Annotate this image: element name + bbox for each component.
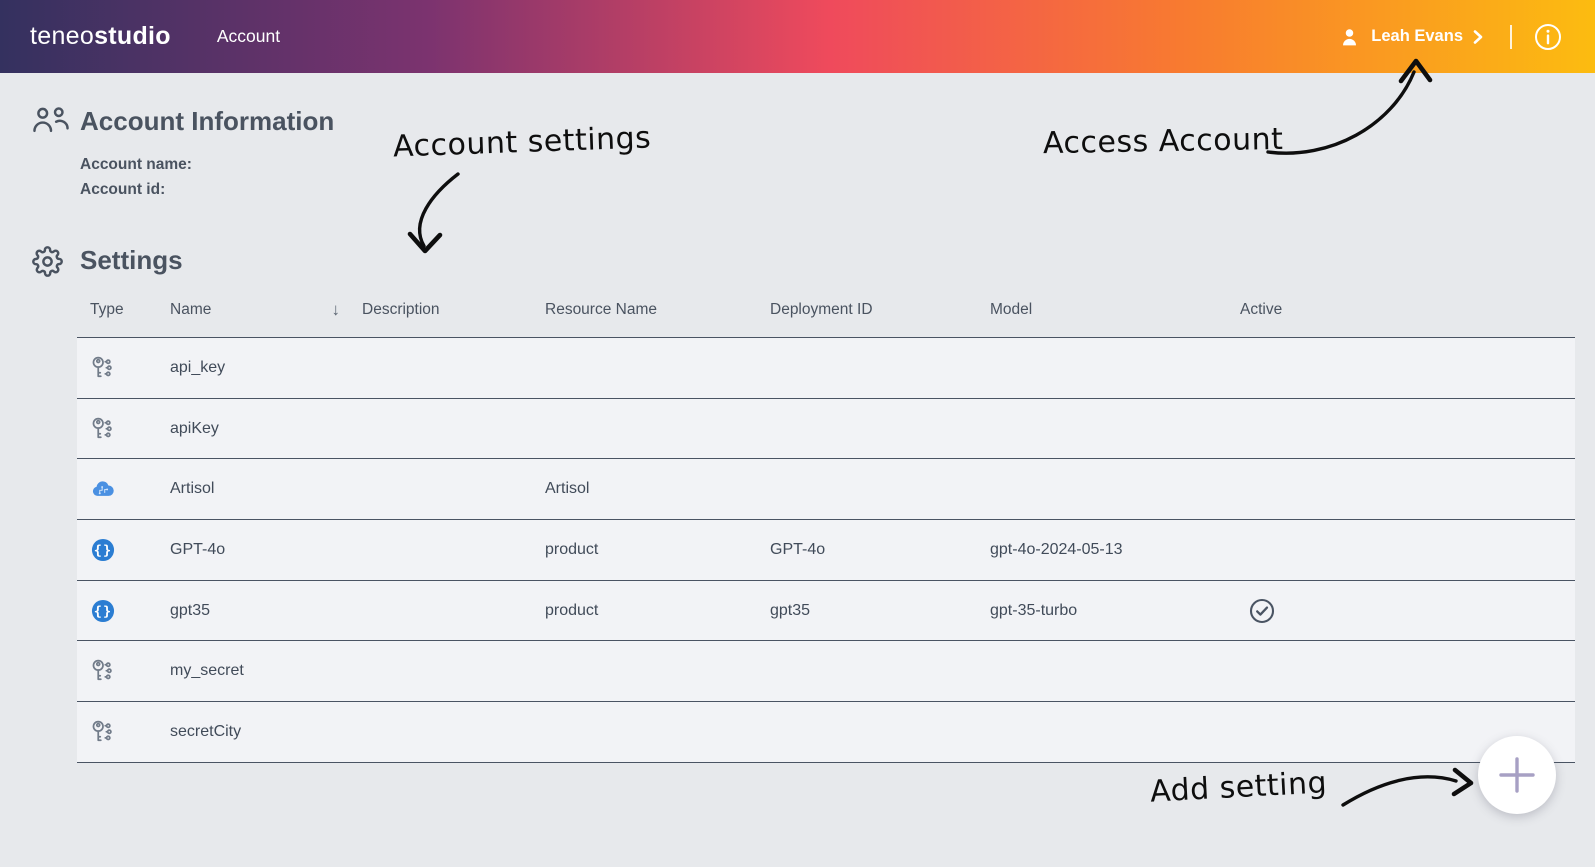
gear-icon xyxy=(32,246,63,277)
arrow-to-settings xyxy=(417,172,460,248)
braces-icon xyxy=(90,537,116,563)
cell-name: Artisol xyxy=(170,480,215,498)
annotation-add-setting: Add setting xyxy=(1149,765,1328,810)
cell-active xyxy=(1240,415,1575,443)
cell-deployment-id: gpt35 xyxy=(770,601,811,619)
arrow-to-settings-head xyxy=(407,231,443,254)
user-name: Leah Evans xyxy=(1371,27,1463,45)
cell-name: gpt35 xyxy=(170,601,211,619)
cell-active xyxy=(1240,597,1575,625)
cell-active xyxy=(1240,475,1575,503)
top-bar: teneostudio Account Leah Evans xyxy=(0,0,1595,73)
cell-name: apiKey xyxy=(170,419,219,437)
people-icon xyxy=(31,105,71,136)
table-row[interactable]: api_key xyxy=(77,338,1575,399)
cell-active xyxy=(1240,536,1575,564)
table-row[interactable]: Artisol Artisol xyxy=(77,459,1575,521)
chevron-right-icon xyxy=(1472,29,1484,45)
cell-resource-name: Artisol xyxy=(545,480,590,498)
arrow-to-add-button-head xyxy=(1451,767,1474,797)
logo-light: teneo xyxy=(30,22,95,50)
table-row[interactable]: GPT-4o product GPT-4o gpt-4o-2024-05-13 xyxy=(77,520,1575,581)
column-header-active[interactable]: Active xyxy=(1240,300,1575,320)
account-name-label: Account name: xyxy=(80,156,192,173)
column-header-deployment-id[interactable]: Deployment ID xyxy=(770,300,990,320)
cloud-ai-icon xyxy=(90,476,116,502)
table-row[interactable]: apiKey xyxy=(77,398,1575,460)
cell-type xyxy=(77,355,170,381)
cell-type xyxy=(77,537,170,563)
account-information-title: Account Information xyxy=(80,106,335,136)
cell-model: gpt-4o-2024-05-13 xyxy=(990,540,1123,558)
cell-type xyxy=(77,719,170,745)
user-icon xyxy=(1339,26,1360,48)
cell-name: GPT-4o xyxy=(170,540,226,558)
logo-bold: studio xyxy=(94,22,171,50)
column-header-description[interactable]: Description xyxy=(362,300,545,320)
cell-name: secretCity xyxy=(170,722,242,740)
cell-type xyxy=(77,658,170,684)
column-header-name[interactable]: Name ↓ xyxy=(170,300,362,320)
key-icon xyxy=(90,719,116,745)
cell-type xyxy=(77,598,170,624)
cell-model: gpt-35-turbo xyxy=(990,601,1078,619)
check-circle-icon xyxy=(1248,597,1276,625)
column-header-resource-name[interactable]: Resource Name xyxy=(545,300,770,320)
arrow-to-user-menu xyxy=(1266,70,1416,155)
settings-table-body: api_key apiKey Artisol Artisol GPT-4o pr… xyxy=(77,337,1575,763)
table-row[interactable]: secretCity xyxy=(77,702,1575,763)
cell-resource-name: product xyxy=(545,540,599,558)
annotation-access-account: Access Account xyxy=(1042,121,1284,162)
annotation-account-settings: Account settings xyxy=(392,120,652,165)
cell-type xyxy=(77,416,170,442)
page-title: Account xyxy=(216,26,281,46)
cell-name: api_key xyxy=(170,358,226,376)
key-icon xyxy=(90,658,116,684)
cell-name: my_secret xyxy=(170,662,244,680)
table-row[interactable]: my_secret xyxy=(77,641,1575,703)
settings-table-header: Type Name ↓ Description Resource Name De… xyxy=(77,300,1575,320)
cell-deployment-id: GPT-4o xyxy=(770,540,826,558)
arrow-to-add-button xyxy=(1341,775,1458,807)
app-logo: teneostudio xyxy=(30,22,171,51)
key-icon xyxy=(90,355,116,381)
account-id-label: Account id: xyxy=(80,181,166,198)
user-menu[interactable]: Leah Evans xyxy=(1339,0,1562,73)
column-header-type[interactable]: Type xyxy=(77,300,170,320)
sort-descending-icon[interactable]: ↓ xyxy=(332,300,341,320)
cell-resource-name: product xyxy=(545,601,599,619)
cell-type xyxy=(77,476,170,502)
cell-active xyxy=(1240,657,1575,685)
settings-title: Settings xyxy=(80,245,183,275)
info-icon[interactable] xyxy=(1534,23,1562,51)
column-header-model[interactable]: Model xyxy=(990,300,1240,320)
cell-active xyxy=(1240,354,1575,382)
key-icon xyxy=(90,416,116,442)
account-page: teneostudio Account Leah Evans Account I… xyxy=(0,0,1595,867)
topbar-divider xyxy=(1510,24,1512,49)
plus-icon xyxy=(1499,757,1535,793)
table-row[interactable]: gpt35 product gpt35 gpt-35-turbo xyxy=(77,580,1575,642)
braces-icon xyxy=(90,598,116,624)
add-setting-button[interactable] xyxy=(1478,736,1556,814)
